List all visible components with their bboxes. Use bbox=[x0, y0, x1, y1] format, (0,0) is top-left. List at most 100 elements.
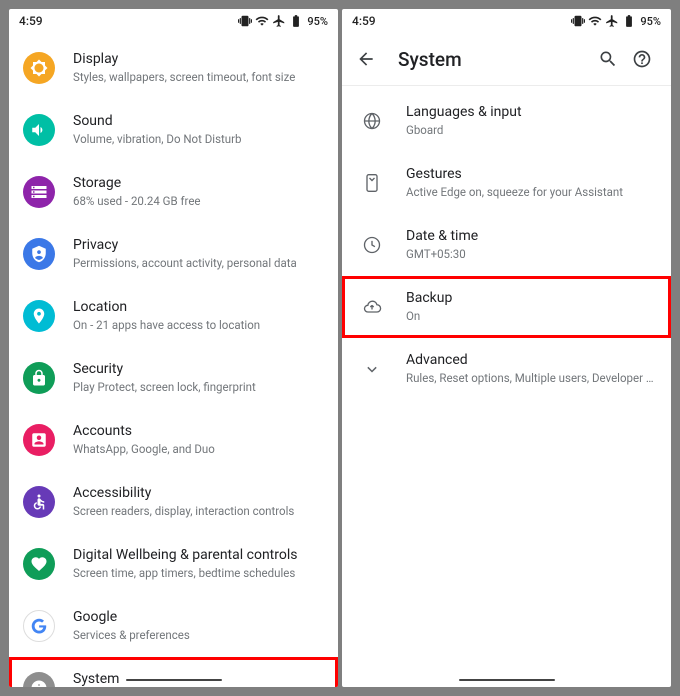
row-text: Storage 68% used - 20.24 GB free bbox=[73, 174, 324, 210]
help-button[interactable] bbox=[625, 42, 659, 76]
row-subtitle: On bbox=[406, 309, 657, 325]
brightness-icon bbox=[23, 52, 55, 84]
lock-icon bbox=[23, 362, 55, 394]
row-title: Security bbox=[73, 360, 324, 378]
row-sound[interactable]: SoundVolume, vibration, Do Not Disturb bbox=[9, 99, 338, 161]
info-icon bbox=[23, 672, 55, 687]
nav-home-bar[interactable] bbox=[459, 679, 555, 682]
page-title: System bbox=[398, 48, 591, 71]
chevron-icon bbox=[356, 353, 388, 385]
google-icon bbox=[23, 610, 55, 642]
battery-icon bbox=[289, 14, 303, 28]
row-title: Accounts bbox=[73, 422, 324, 440]
status-bar: 4:59 95% bbox=[9, 9, 338, 33]
row-system[interactable]: SystemLanguages, gestures, time, backup bbox=[9, 657, 338, 687]
row-display[interactable]: Display Styles, wallpapers, screen timeou… bbox=[9, 37, 338, 99]
row-subtitle: Styles, wallpapers, screen timeout, font… bbox=[73, 70, 324, 86]
globe-icon bbox=[356, 105, 388, 137]
row-text: Backup On bbox=[406, 289, 657, 325]
row-google[interactable]: Google Services & preferences bbox=[9, 595, 338, 657]
row-text: Accounts WhatsApp, Google, and Duo bbox=[73, 422, 324, 458]
row-privacy[interactable]: PrivacyPermissions, account activity, pe… bbox=[9, 223, 338, 285]
row-title: Backup bbox=[406, 289, 657, 307]
row-text: SoundVolume, vibration, Do Not Disturb bbox=[73, 112, 324, 148]
back-button[interactable] bbox=[352, 45, 380, 73]
row-subtitle: On - 21 apps have access to location bbox=[73, 318, 324, 334]
row-subtitle: Gboard bbox=[406, 123, 657, 139]
account-icon bbox=[23, 424, 55, 456]
row-title: Accessibility bbox=[73, 484, 324, 502]
heart-icon bbox=[23, 548, 55, 580]
status-icons: 95% bbox=[571, 14, 661, 28]
cloud-icon bbox=[356, 291, 388, 323]
battery-percent: 95% bbox=[640, 15, 661, 28]
system-list: Languages & input Gboard Gestures Active Ed… bbox=[342, 86, 671, 400]
row-subtitle: Screen readers, display, interaction con… bbox=[73, 504, 324, 520]
row-wellbeing[interactable]: Digital Wellbeing & parental controls Scr… bbox=[9, 533, 338, 595]
row-text: PrivacyPermissions, account activity, pe… bbox=[73, 236, 324, 272]
row-accounts[interactable]: Accounts WhatsApp, Google, and Duo bbox=[9, 409, 338, 471]
row-text: Advanced Rules, Reset options, Multiple u… bbox=[406, 351, 657, 387]
phone-left: 4:59 95% Display Styles, wallpapers, scre… bbox=[9, 9, 338, 687]
status-bar: 4:59 95% bbox=[342, 9, 671, 33]
row-subtitle: Services & preferences bbox=[73, 628, 324, 644]
row-subtitle: 68% used - 20.24 GB free bbox=[73, 194, 324, 210]
row-backup[interactable]: Backup On bbox=[342, 276, 671, 338]
row-location[interactable]: Location On - 21 apps have access to loca… bbox=[9, 285, 338, 347]
app-bar: System bbox=[342, 33, 671, 85]
nav-home-bar[interactable] bbox=[126, 679, 222, 682]
row-subtitle: WhatsApp, Google, and Duo bbox=[73, 442, 324, 458]
vibrate-icon bbox=[238, 14, 252, 28]
clock-icon bbox=[356, 229, 388, 261]
row-subtitle: Rules, Reset options, Multiple users, De… bbox=[406, 371, 657, 387]
row-storage[interactable]: Storage 68% used - 20.24 GB free bbox=[9, 161, 338, 223]
wifi-icon bbox=[588, 14, 602, 28]
phone-right: 4:59 95% System Languages & input Gboard G… bbox=[342, 9, 671, 687]
status-time: 4:59 bbox=[19, 14, 43, 28]
privacy-icon bbox=[23, 238, 55, 270]
row-title: Gestures bbox=[406, 165, 657, 183]
row-text: Accessibility Screen readers, display, in… bbox=[73, 484, 324, 520]
row-title: Storage bbox=[73, 174, 324, 192]
wifi-icon bbox=[255, 14, 269, 28]
arrow-back-icon bbox=[356, 49, 376, 69]
row-gestures[interactable]: Gestures Active Edge on, squeeze for your… bbox=[342, 152, 671, 214]
row-title: Digital Wellbeing & parental controls bbox=[73, 546, 324, 564]
row-text: Languages & input Gboard bbox=[406, 103, 657, 139]
battery-icon bbox=[622, 14, 636, 28]
row-subtitle: Active Edge on, squeeze for your Assista… bbox=[406, 185, 657, 201]
row-subtitle: GMT+05:30 bbox=[406, 247, 657, 263]
volume-icon bbox=[23, 114, 55, 146]
row-text: Digital Wellbeing & parental controls Scr… bbox=[73, 546, 324, 582]
search-icon bbox=[598, 49, 618, 69]
settings-list: Display Styles, wallpapers, screen timeou… bbox=[9, 33, 338, 687]
row-datetime[interactable]: Date & time GMT+05:30 bbox=[342, 214, 671, 276]
row-text: Gestures Active Edge on, squeeze for your… bbox=[406, 165, 657, 201]
help-icon bbox=[632, 49, 652, 69]
battery-percent: 95% bbox=[307, 15, 328, 28]
row-lang[interactable]: Languages & input Gboard bbox=[342, 90, 671, 152]
status-icons: 95% bbox=[238, 14, 328, 28]
row-title: Languages & input bbox=[406, 103, 657, 121]
storage-icon bbox=[23, 176, 55, 208]
row-title: Sound bbox=[73, 112, 324, 130]
row-subtitle: Screen time, app timers, bedtime schedul… bbox=[73, 566, 324, 582]
row-security[interactable]: Security Play Protect, screen lock, finge… bbox=[9, 347, 338, 409]
row-title: Date & time bbox=[406, 227, 657, 245]
row-text: Display Styles, wallpapers, screen timeou… bbox=[73, 50, 324, 86]
row-title: Location bbox=[73, 298, 324, 316]
row-title: Display bbox=[73, 50, 324, 68]
search-button[interactable] bbox=[591, 42, 625, 76]
row-title: Advanced bbox=[406, 351, 657, 369]
row-accessibility[interactable]: Accessibility Screen readers, display, in… bbox=[9, 471, 338, 533]
row-advanced[interactable]: Advanced Rules, Reset options, Multiple u… bbox=[342, 338, 671, 400]
row-text: Date & time GMT+05:30 bbox=[406, 227, 657, 263]
row-text: Google Services & preferences bbox=[73, 608, 324, 644]
airplane-icon bbox=[605, 14, 619, 28]
a11y-icon bbox=[23, 486, 55, 518]
airplane-icon bbox=[272, 14, 286, 28]
row-subtitle: Play Protect, screen lock, fingerprint bbox=[73, 380, 324, 396]
row-text: Location On - 21 apps have access to loca… bbox=[73, 298, 324, 334]
row-subtitle: Permissions, account activity, personal … bbox=[73, 256, 324, 272]
row-title: Google bbox=[73, 608, 324, 626]
